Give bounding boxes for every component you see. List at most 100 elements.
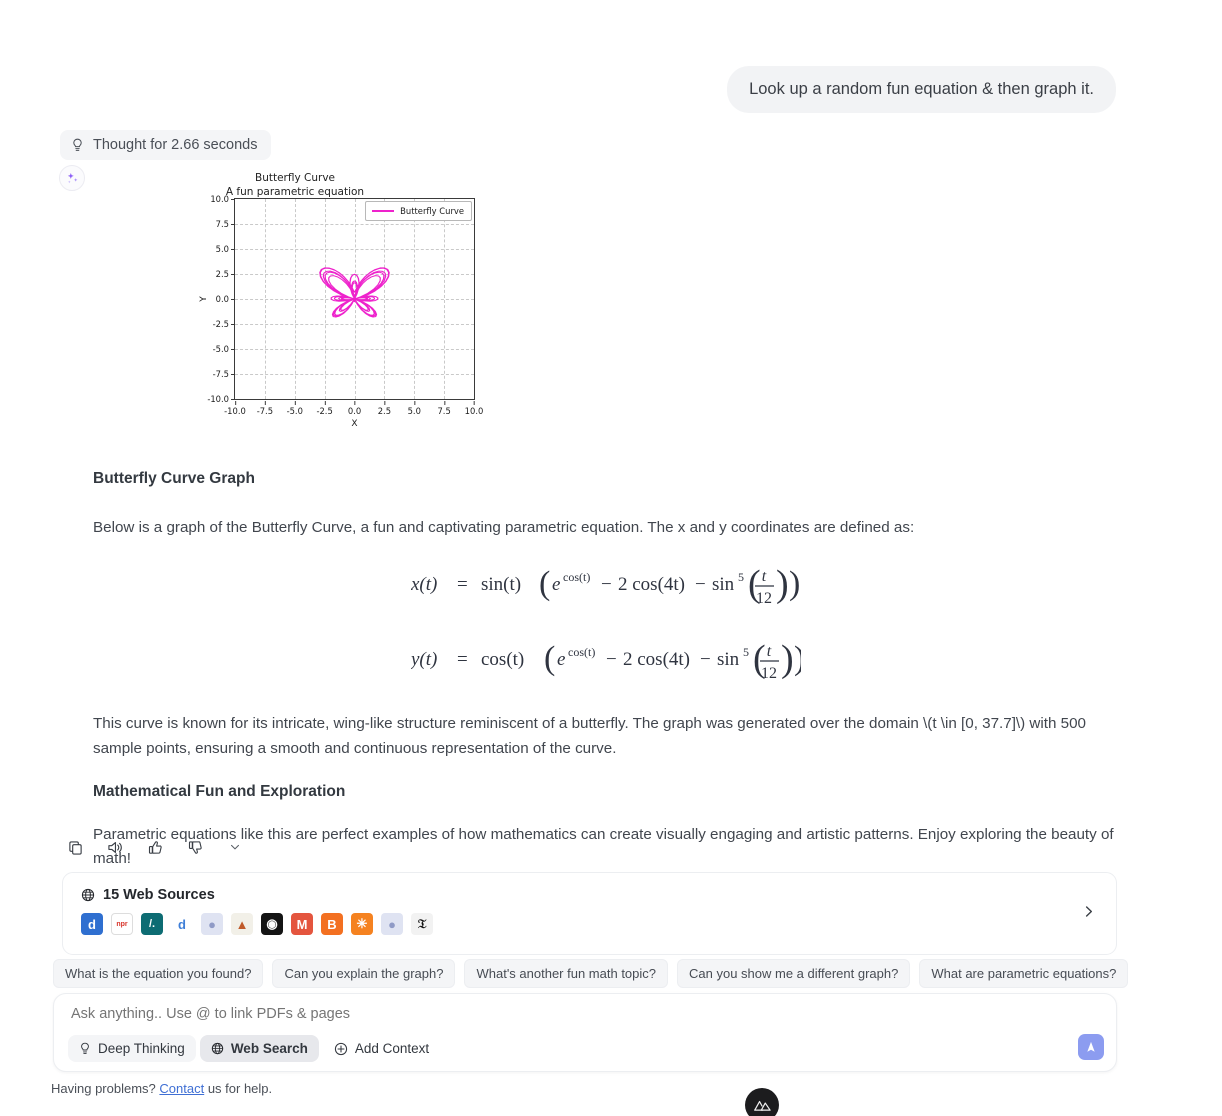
source-favicon-blogger[interactable]: B (321, 913, 343, 935)
equation-y-svg: y(t) = cos(t) ( e cos(t) − 2 cos(4t) − s… (411, 638, 801, 682)
eq-y-close-paren: ) (794, 640, 801, 677)
contact-link[interactable]: Contact (159, 1081, 204, 1096)
legend-label: Butterfly Curve (400, 206, 464, 216)
equation-x-svg: x(t) = sin(t) ( e cos(t) − 2 cos(4t) − s… (411, 563, 800, 607)
message-input[interactable] (69, 1005, 1041, 1023)
x-tick: -10.0 (224, 401, 246, 416)
chart-plot-area: 10.0 7.5 5.0 2.5 0.0 -2.5 -5.0 -7.5 -10.… (198, 194, 483, 429)
eq-y-equals: = (457, 649, 468, 670)
y-tick: -7.5 (212, 369, 236, 379)
eq-x-equals: = (457, 574, 468, 595)
speaker-icon[interactable] (104, 836, 126, 858)
x-tick: 10.0 (464, 401, 484, 416)
web-search-label: Web Search (230, 1041, 308, 1056)
source-favicon-desmos[interactable]: d (81, 913, 103, 935)
lightbulb-icon (73, 138, 82, 151)
eq-y-open-paren: ( (544, 640, 555, 677)
copy-icon[interactable] (64, 836, 86, 858)
y-tick: 5.0 (215, 244, 236, 254)
message-composer[interactable]: Deep Thinking Web Search Add Context (53, 993, 1117, 1072)
eq-x-fn: sin(t) (481, 574, 521, 595)
chevron-down-icon[interactable] (224, 836, 246, 858)
thought-pill-label: Thought for 2.66 seconds (93, 137, 258, 153)
paragraph-2: This curve is known for its intricate, w… (93, 715, 1086, 757)
web-sources-header: 15 Web Sources (81, 887, 215, 903)
source-favicon-desmos-alt[interactable]: d (171, 913, 193, 935)
suggestion-chip-3[interactable]: Can you show me a different graph? (677, 959, 911, 988)
source-favicon-npr[interactable]: npr (111, 913, 133, 935)
eq-x-minus-1: − (601, 574, 612, 595)
y-axis-label: Y (198, 296, 209, 302)
eq-x-open-paren: ( (539, 565, 550, 602)
suggestion-chip-1[interactable]: Can you explain the graph? (272, 959, 456, 988)
source-favicon-cbs[interactable]: ◉ (261, 913, 283, 935)
composer-tools: Deep Thinking Web Search Add Context (68, 1035, 440, 1062)
thumbs-up-icon[interactable] (144, 836, 166, 858)
legend-swatch (372, 210, 395, 212)
eq-x-frac-num: t (762, 568, 767, 585)
eq-x-frac-close: ) (776, 563, 789, 605)
eq-y-lhs: y(t) (411, 649, 437, 670)
eq-y-minus-2: − (700, 649, 711, 670)
chart-legend: Butterfly Curve (365, 201, 472, 221)
add-context-label: Add Context (354, 1041, 430, 1056)
eq-y-minus-1: − (606, 649, 617, 670)
source-favicon-slashdot[interactable]: /. (141, 913, 163, 935)
eq-y-frac-close: ) (781, 638, 794, 680)
y-tick: -10.0 (207, 394, 235, 404)
web-sources-card[interactable]: 15 Web Sources d npr/. d ● ▲ ◉ M B ✳ ● 𝔗 (62, 872, 1117, 955)
suggestion-chip-0[interactable]: What is the equation you found? (53, 959, 264, 988)
x-tick: -5.0 (286, 401, 303, 416)
y-tick: 7.5 (215, 219, 236, 229)
source-favicon-medium[interactable]: M (291, 913, 313, 935)
eq-x-term1: e (552, 574, 560, 595)
x-tick: 5.0 (407, 401, 421, 416)
source-favicon-globe-generic[interactable]: ● (201, 913, 223, 935)
suggestion-chip-4[interactable]: What are parametric equations? (919, 959, 1129, 988)
eq-x-term3: sin (712, 574, 735, 595)
section-heading-2: Mathematical Fun and Exploration (93, 782, 346, 800)
footer-text-before: Having problems? (51, 1081, 160, 1096)
sparkle-icon (67, 172, 77, 183)
thought-pill[interactable]: Thought for 2.66 seconds (60, 130, 272, 160)
chevron-right-icon[interactable] (1081, 904, 1096, 924)
web-sources-favicon-row: d npr/. d ● ▲ ◉ M B ✳ ● 𝔗 (81, 913, 433, 935)
add-context-button[interactable]: Add Context (323, 1035, 440, 1062)
y-tick: -2.5 (212, 319, 236, 329)
butterfly-curve-chart: Butterfly Curve A fun parametric equatio… (95, 168, 495, 460)
eq-x-term1-sup: cos(t) (563, 570, 590, 584)
y-tick: 0.0 (215, 294, 236, 304)
source-favicon-mountain-site[interactable]: ▲ (231, 913, 253, 935)
send-button[interactable] (1078, 1034, 1104, 1060)
eq-y-term1: e (557, 649, 565, 670)
suggestion-chips: What is the equation you found? Can you e… (53, 959, 1129, 988)
equation-y: y(t) = cos(t) ( e cos(t) − 2 cos(4t) − s… (93, 633, 1119, 690)
eq-y-term3: sin (717, 649, 740, 670)
mountain-logo-icon (753, 1100, 771, 1111)
suggestion-chip-2[interactable]: What's another fun math topic? (464, 959, 669, 988)
eq-y-frac-den: 12 (761, 665, 777, 682)
lightbulb-icon (81, 1042, 89, 1054)
brand-badge[interactable] (745, 1088, 779, 1116)
thumbs-down-icon[interactable] (184, 836, 206, 858)
footer-help: Having problems? Contact us for help. (51, 1081, 272, 1096)
paragraph-3: Parametric equations like this are perfe… (93, 825, 1114, 868)
x-axis-label: X (351, 419, 358, 429)
eq-x-minus-2: − (695, 574, 706, 595)
section-heading-1: Butterfly Curve Graph (93, 470, 255, 487)
eq-y-term1-sup: cos(t) (568, 645, 595, 659)
x-tick: -7.5 (256, 401, 274, 416)
butterfly-curve-path (319, 267, 390, 318)
source-favicon-new-york-times[interactable]: 𝔗 (411, 913, 433, 935)
eq-y-frac-num: t (767, 643, 772, 660)
y-tick: 10.0 (210, 194, 235, 204)
eq-x-frac-den: 12 (756, 590, 772, 607)
x-tick: 2.5 (377, 401, 392, 416)
source-favicon-globe-generic-2[interactable]: ● (381, 913, 403, 935)
web-search-toggle[interactable]: Web Search (199, 1035, 319, 1062)
source-favicon-dots-orange[interactable]: ✳ (351, 913, 373, 935)
globe-icon (211, 1042, 224, 1055)
y-tick: -5.0 (212, 344, 236, 354)
deep-thinking-toggle[interactable]: Deep Thinking (68, 1035, 196, 1062)
y-tick: 2.5 (215, 269, 236, 279)
